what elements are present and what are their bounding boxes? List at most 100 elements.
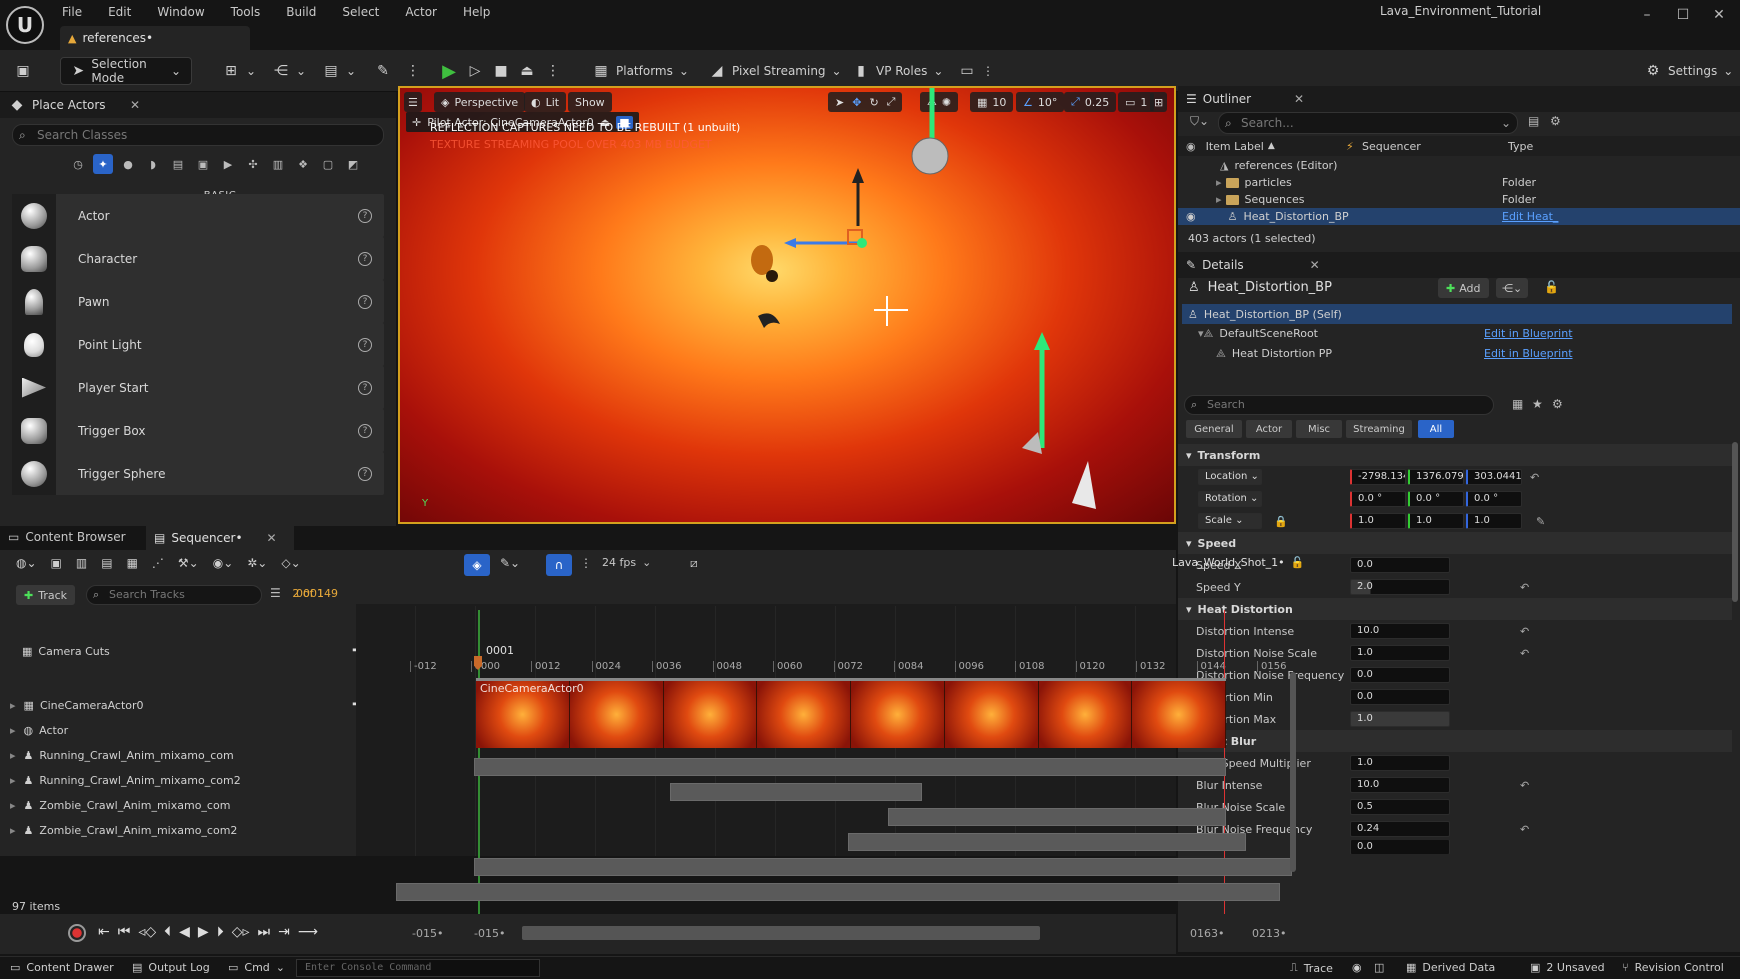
minimize-button[interactable]: – [1630,2,1664,28]
jump-to-start-icon[interactable]: ⇤ [98,924,110,940]
property-value[interactable]: 0.0 [1350,840,1450,854]
reset-arrow-icon[interactable]: ↶ [1520,779,1529,792]
expand-icon[interactable]: ▸ [10,749,16,762]
scale-y[interactable]: 1.0 [1408,513,1464,529]
blueprint-options-button[interactable]: ⋲⌄ [1496,278,1529,298]
close-tab-icon[interactable]: ✕ [130,98,140,112]
lock-icon[interactable]: 🔒 [1274,515,1288,528]
add-component-button[interactable]: ✚ Add [1438,278,1489,298]
gear-icon[interactable]: ⚙ [1550,114,1561,128]
scale-x[interactable]: 1.0 [1350,513,1406,529]
filter-tab-streaming[interactable]: Streaming [1346,420,1412,438]
expand-icon[interactable]: ▸ [10,824,16,837]
auto-key-button[interactable]: ◈ [464,554,490,576]
shapes-category-icon[interactable]: ◗ [143,154,163,174]
expand-icon[interactable]: ▸ [10,724,16,737]
expand-icon[interactable]: ▸ [10,774,16,787]
expand-icon[interactable]: ▸ [10,799,16,812]
snap-button[interactable]: ∩ [546,554,572,576]
property-value[interactable]: 10.0 [1350,777,1450,793]
record-button[interactable] [68,924,86,942]
actor-item-trigger-sphere[interactable]: Trigger Sphere? [12,452,384,495]
loop-icon[interactable]: ⟶ [298,924,318,940]
property-value[interactable]: 0.0 [1350,557,1450,573]
actor-item-player-start[interactable]: Player Start? [12,366,384,409]
range-scrollbar[interactable] [522,926,1040,940]
reset-arrow-icon[interactable]: ↶ [1530,471,1539,484]
blueprint-button[interactable]: ⋲ ⌄ [272,57,306,85]
console-input[interactable]: Enter Console Command [296,959,540,977]
filter-icon[interactable]: ⛉⌄ [1190,114,1209,129]
view-range-end[interactable]: 0163• [1190,927,1224,940]
track-zombie-crawl[interactable]: ▸♟Zombie_Crawl_Anim_mixamo_com✚ [0,794,384,816]
component-row[interactable]: ▾⟁ DefaultSceneRoot Edit in Blueprint [1178,325,1740,342]
reset-arrow-icon[interactable]: ↶ [1520,625,1529,638]
outliner-row[interactable]: ▸ particles Folder [1178,174,1740,191]
volumes-category-icon[interactable]: ✣ [243,154,263,174]
property-value[interactable]: 1.0 [1350,711,1450,727]
working-range-end[interactable]: 0213• [1252,927,1286,940]
step-back-key-icon[interactable]: ◃◇ [138,924,156,940]
rotation-z[interactable]: 0.0 ° [1466,491,1522,507]
step-forward-key-icon[interactable]: ◇▹ [232,924,250,940]
maximize-button[interactable]: ☐ [1666,2,1700,28]
tab-content-browser[interactable]: ▭ Content Browser [8,530,126,544]
rotation-y[interactable]: 0.0 ° [1408,491,1464,507]
visibility-icon[interactable]: ◉ [1186,210,1196,223]
content-drawer-button[interactable]: ▭ Content Drawer [10,961,114,974]
filter-icon[interactable]: ☰ [270,586,281,600]
expand-icon[interactable]: ▸ [10,699,16,712]
help-icon[interactable]: ? [358,466,372,481]
track-actor[interactable]: ▸◍Actor✚ [0,719,384,741]
place-actors-header[interactable]: ◆ Place Actors ✕ [0,92,396,118]
basic-category-icon[interactable]: ✦ [93,154,113,174]
shot-breadcrumb[interactable]: Lava_World_Shot_1• 🔓 [1172,556,1304,569]
settings-dropdown[interactable]: ⚙ Settings ⌄ [1644,57,1734,85]
save-button[interactable]: ▣ [14,57,32,85]
expand-icon[interactable]: ▸ [1216,193,1222,206]
component-row[interactable]: ⟁ Heat Distortion PP Edit in Blueprint [1178,345,1740,362]
actor-item-trigger-box[interactable]: Trigger Box? [12,409,384,452]
zombie-crawl-section-bar[interactable] [474,858,1292,876]
item-label-column[interactable]: Item Label [1206,140,1264,153]
output-log-button[interactable]: ▤ Output Log [132,961,210,974]
expand-icon[interactable]: ▸ [1216,176,1222,189]
find-asset-icon[interactable]: ▥ [76,556,87,570]
unreal-logo-icon[interactable]: U [6,6,44,44]
playback-options-icon[interactable]: ✲⌄ [247,556,267,570]
search-tracks-input[interactable]: ⌕ Search Tracks [86,585,262,605]
render-movie-icon[interactable]: ▤ [101,556,112,570]
help-icon[interactable]: ? [358,423,372,438]
property-value[interactable]: 1.0 [1350,645,1450,661]
edit-in-blueprint-link[interactable]: Edit in Blueprint [1484,327,1573,340]
help-icon[interactable]: ? [358,251,372,266]
transform-section[interactable]: ▾ Transform [1178,444,1732,466]
speed-section[interactable]: ▾ Speed [1178,532,1732,554]
track-cine-camera[interactable]: ▸▦CineCameraActor0✚▣ [0,694,385,716]
add-track-button[interactable]: ✚ Track [16,585,76,605]
heat-blur-section[interactable]: ▾Heat Blur [1178,730,1732,752]
heat-distortion-section[interactable]: ▾ Heat Distortion [1178,598,1732,620]
property-value[interactable]: 0.24 [1350,821,1450,837]
filter-tab-misc[interactable]: Misc [1296,420,1342,438]
actions-icon[interactable]: ⋰ [152,556,164,570]
level-viewport[interactable]: ☰ ◈ Perspective ◐ Lit Show ✛ Pilot Actor: … [398,86,1176,524]
type-column[interactable]: Type [1508,140,1533,153]
tab-sequencer[interactable]: ▤ Sequencer• ✕ [146,526,294,550]
close-window-button[interactable]: ✕ [1702,2,1736,28]
visual-effects-category-icon[interactable]: ▣ [193,154,213,174]
save-sequence-icon[interactable]: ▣ [51,556,62,570]
key-tool-icon[interactable]: ⚒⌄ [178,556,199,570]
fps-dropdown[interactable]: 24 fps ⌄ [602,556,651,569]
world-icon[interactable]: ◍⌄ [16,556,37,570]
close-tab-icon[interactable]: ✕ [267,531,277,545]
play-forward-icon[interactable]: ▶ [198,924,209,940]
snap-options-icon[interactable]: ⋮ [580,556,592,570]
reset-arrow-icon[interactable]: ↶ [1520,647,1529,660]
menu-file[interactable]: File [60,5,84,19]
paint-category-icon[interactable]: ◩ [343,154,363,174]
record-trace-icon[interactable]: ◉ [1352,961,1362,974]
help-icon[interactable]: ? [358,337,372,352]
place-actors-search-input[interactable]: ⌕ Search Classes [12,124,384,146]
step-back-frame-icon[interactable]: ⏴ [164,924,171,940]
